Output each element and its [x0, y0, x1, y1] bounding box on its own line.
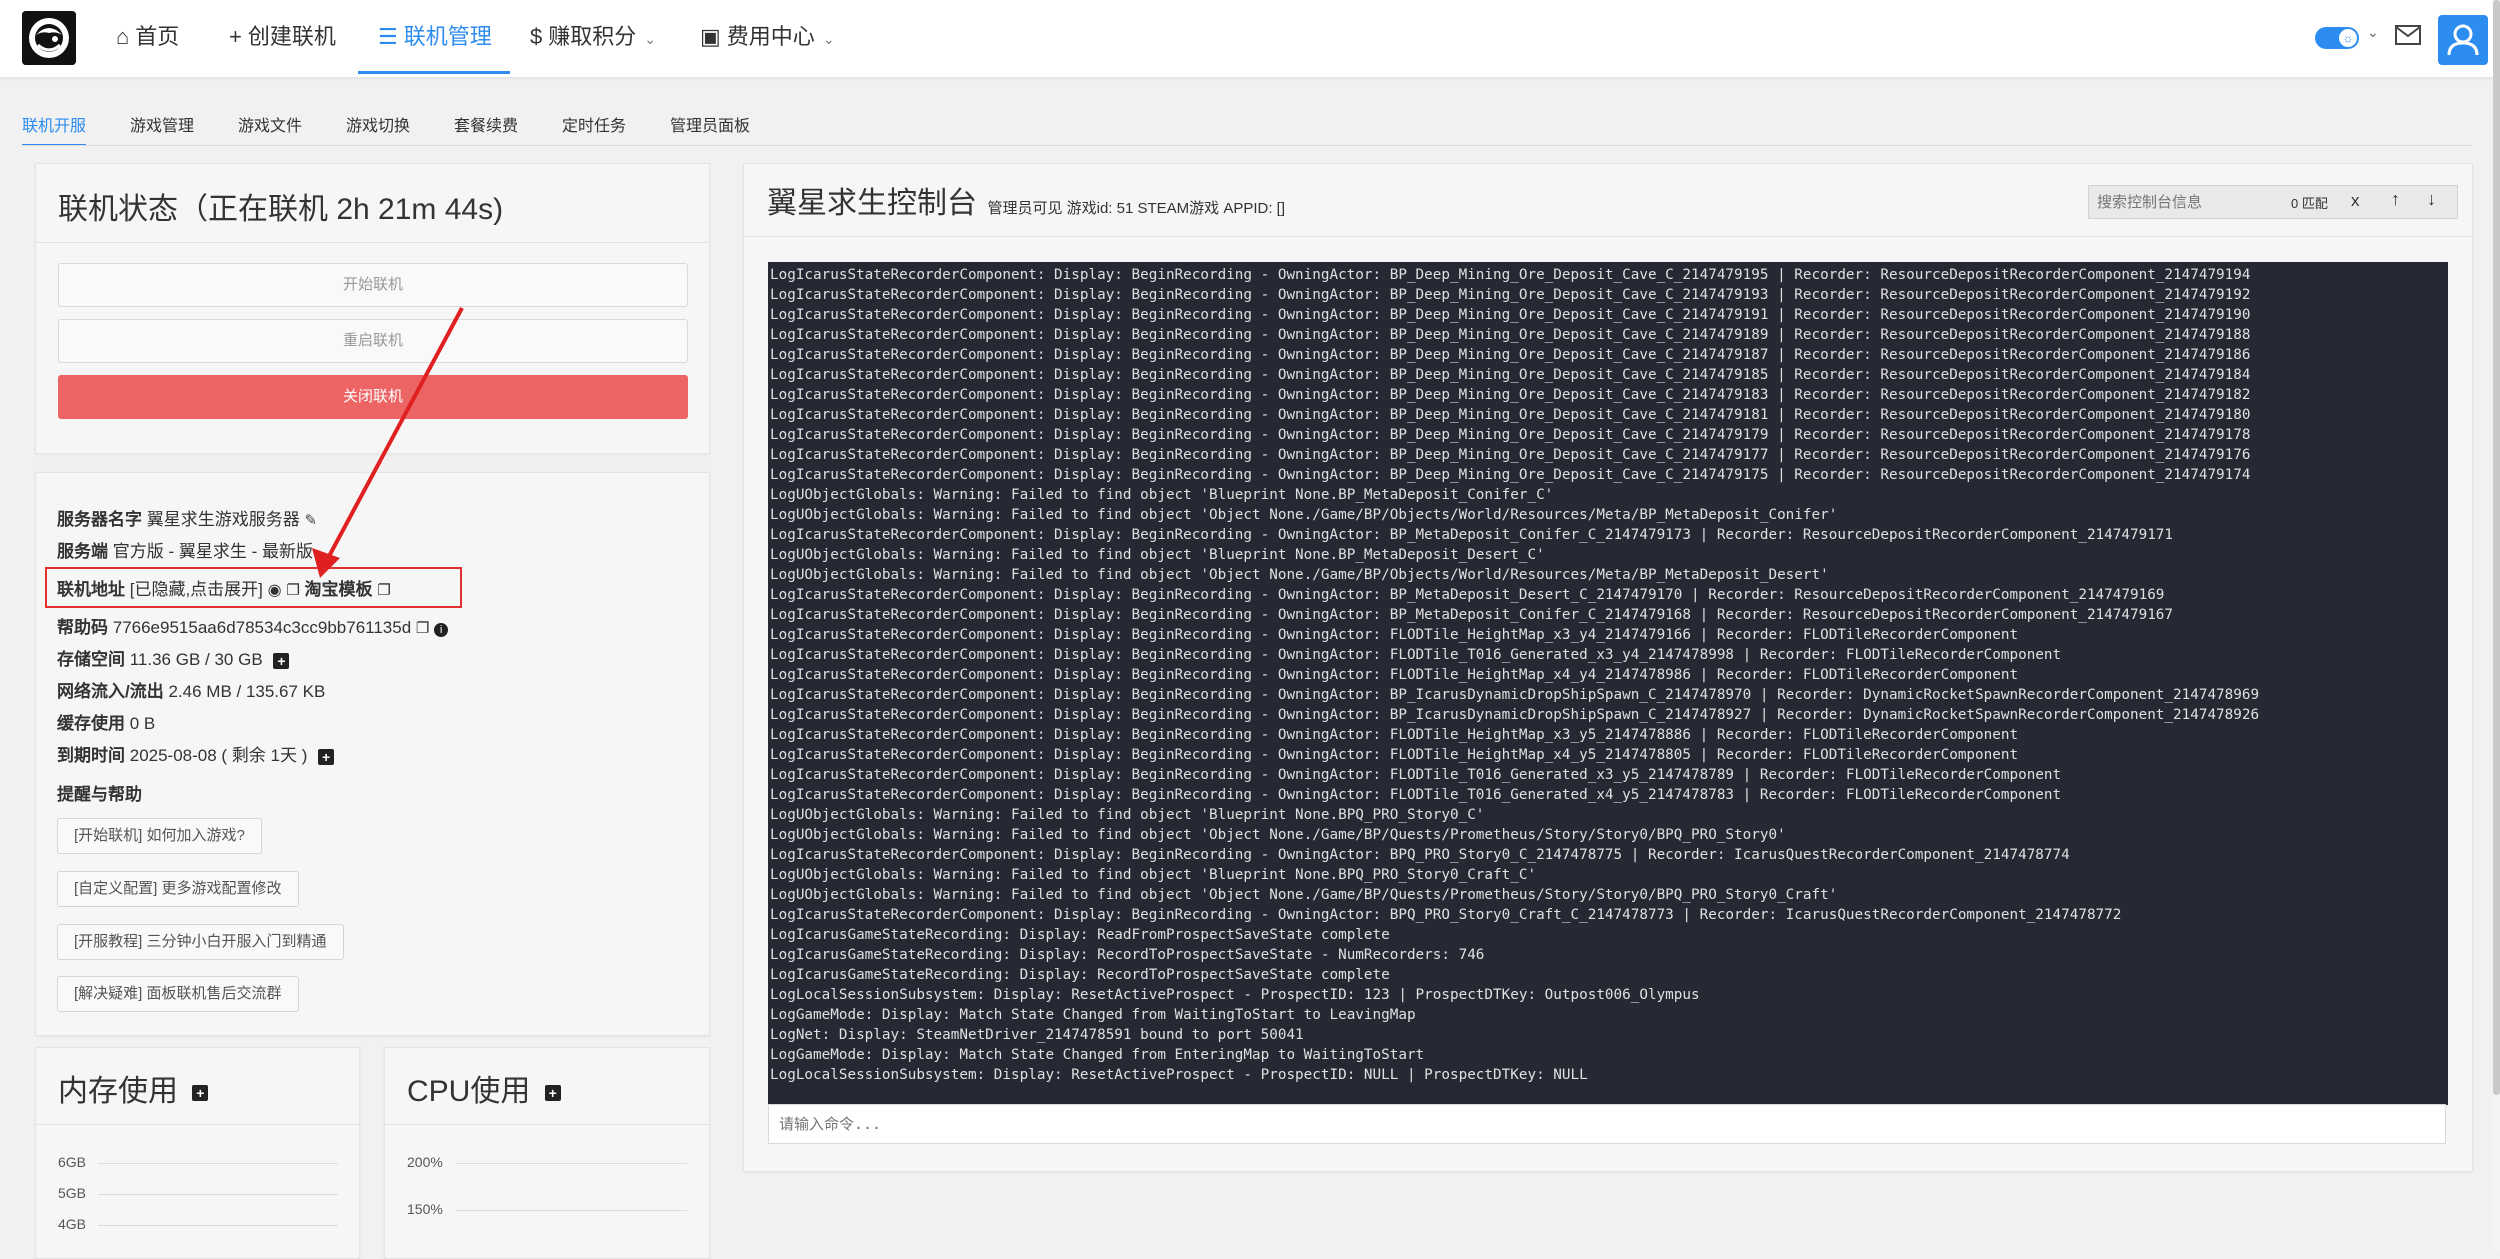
console-line: LogGameMode: Display: Match State Change…	[770, 1047, 1425, 1063]
console-line: LogLocalSessionSubsystem: Display: Reset…	[770, 987, 1700, 1003]
console-line: LogIcarusStateRecorderComponent: Display…	[770, 767, 2062, 783]
console-line: LogLocalSessionSubsystem: Display: Reset…	[770, 1067, 1588, 1083]
console-line: LogIcarusStateRecorderComponent: Display…	[770, 387, 2251, 403]
console-line: LogIcarusStateRecorderComponent: Display…	[770, 447, 2251, 463]
memory-usage-card: 内存使用 + 6GB 5GB 4GB	[35, 1047, 360, 1259]
grid-line	[455, 1210, 687, 1211]
console-title: 翼星求生控制台	[767, 187, 977, 220]
expand-icon[interactable]: +	[192, 1085, 209, 1102]
search-next-button[interactable]: ↓	[2427, 189, 2436, 210]
console-line: LogUObjectGlobals: Warning: Failed to fi…	[770, 887, 1838, 903]
grid-line	[455, 1163, 687, 1164]
console-line: LogIcarusStateRecorderComponent: Display…	[770, 267, 2251, 283]
command-input[interactable]	[768, 1104, 2446, 1144]
console-line: LogIcarusStateRecorderComponent: Display…	[770, 467, 2251, 483]
console-line: LogIcarusStateRecorderComponent: Display…	[770, 427, 2251, 443]
memory-title-text: 内存使用	[58, 1075, 178, 1108]
console-line: LogIcarusStateRecorderComponent: Display…	[770, 907, 2122, 923]
divider	[743, 236, 2471, 237]
console-line: LogIcarusStateRecorderComponent: Display…	[770, 307, 2251, 323]
console-line: LogIcarusStateRecorderComponent: Display…	[770, 327, 2251, 343]
console-line: LogUObjectGlobals: Warning: Failed to fi…	[770, 807, 1485, 823]
console-line: LogIcarusStateRecorderComponent: Display…	[770, 527, 2174, 543]
cpu-title: CPU使用 +	[407, 1066, 561, 1110]
console-line: LogIcarusStateRecorderComponent: Display…	[770, 727, 2019, 743]
match-count: 0 匹配	[2291, 196, 2328, 211]
scrollbar-thumb[interactable]	[2493, 0, 2500, 1095]
grid-line	[98, 1194, 338, 1195]
console-log[interactable]: LogIcarusStateRecorderComponent: Display…	[768, 262, 2448, 1105]
console-line: LogIcarusStateRecorderComponent: Display…	[770, 687, 2260, 703]
divider	[36, 1124, 359, 1125]
cpu-tick: 150%	[407, 1201, 443, 1217]
console-line: LogIcarusStateRecorderComponent: Display…	[770, 847, 2070, 863]
cpu-title-text: CPU使用	[407, 1075, 531, 1108]
console-line: LogUObjectGlobals: Warning: Failed to fi…	[770, 547, 1545, 563]
console-line: LogIcarusStateRecorderComponent: Display…	[770, 587, 2165, 603]
search-prev-button[interactable]: ↑	[2391, 189, 2400, 210]
console-line: LogIcarusStateRecorderComponent: Display…	[770, 347, 2251, 363]
divider	[385, 1124, 709, 1125]
memory-tick: 4GB	[58, 1216, 87, 1232]
console-line: LogIcarusStateRecorderComponent: Display…	[770, 707, 2260, 723]
console-subtitle: 管理员可见 游戏id: 51 STEAM游戏 APPID: []	[987, 200, 1286, 217]
console-line: LogIcarusStateRecorderComponent: Display…	[770, 667, 2019, 683]
console-line: LogIcarusStateRecorderComponent: Display…	[770, 647, 2062, 663]
cpu-usage-card: CPU使用 + 200% 150%	[384, 1047, 710, 1259]
console-line: LogIcarusStateRecorderComponent: Display…	[770, 607, 2174, 623]
console-line: LogIcarusStateRecorderComponent: Display…	[770, 787, 2062, 803]
console-line: LogIcarusStateRecorderComponent: Display…	[770, 287, 2251, 303]
console-line: LogIcarusStateRecorderComponent: Display…	[770, 367, 2251, 383]
grid-line	[98, 1163, 338, 1164]
console-search-input[interactable]	[2089, 186, 2289, 218]
console-line: LogIcarusStateRecorderComponent: Display…	[770, 407, 2251, 423]
memory-title: 内存使用 +	[58, 1066, 209, 1110]
grid-line	[98, 1225, 338, 1226]
console-line: LogUObjectGlobals: Warning: Failed to fi…	[770, 487, 1554, 503]
clear-search-button[interactable]: x	[2351, 191, 2360, 211]
console-line: LogNet: Display: SteamNetDriver_21474785…	[770, 1027, 1304, 1043]
console-line: LogIcarusStateRecorderComponent: Display…	[770, 747, 2019, 763]
console-line: LogUObjectGlobals: Warning: Failed to fi…	[770, 507, 1838, 523]
console-line: LogIcarusGameStateRecording: Display: Re…	[770, 967, 1390, 983]
cpu-tick: 200%	[407, 1154, 443, 1170]
console-line: LogIcarusGameStateRecording: Display: Re…	[770, 947, 1485, 963]
expand-icon[interactable]: +	[544, 1085, 561, 1102]
console-line: LogGameMode: Display: Match State Change…	[770, 1007, 1416, 1023]
memory-tick: 6GB	[58, 1154, 87, 1170]
console-line: LogUObjectGlobals: Warning: Failed to fi…	[770, 867, 1537, 883]
page-scrollbar[interactable]	[2493, 0, 2500, 1250]
console-line: LogUObjectGlobals: Warning: Failed to fi…	[770, 827, 1786, 843]
console-line: LogIcarusStateRecorderComponent: Display…	[770, 627, 2019, 643]
console-line: LogUObjectGlobals: Warning: Failed to fi…	[770, 567, 1829, 583]
memory-tick: 5GB	[58, 1185, 87, 1201]
console-line: LogIcarusGameStateRecording: Display: Re…	[770, 927, 1390, 943]
console-header: 翼星求生控制台 管理员可见 游戏id: 51 STEAM游戏 APPID: []	[767, 178, 1285, 222]
console-search-box: 0 匹配 x ↑ ↓	[2088, 185, 2458, 219]
